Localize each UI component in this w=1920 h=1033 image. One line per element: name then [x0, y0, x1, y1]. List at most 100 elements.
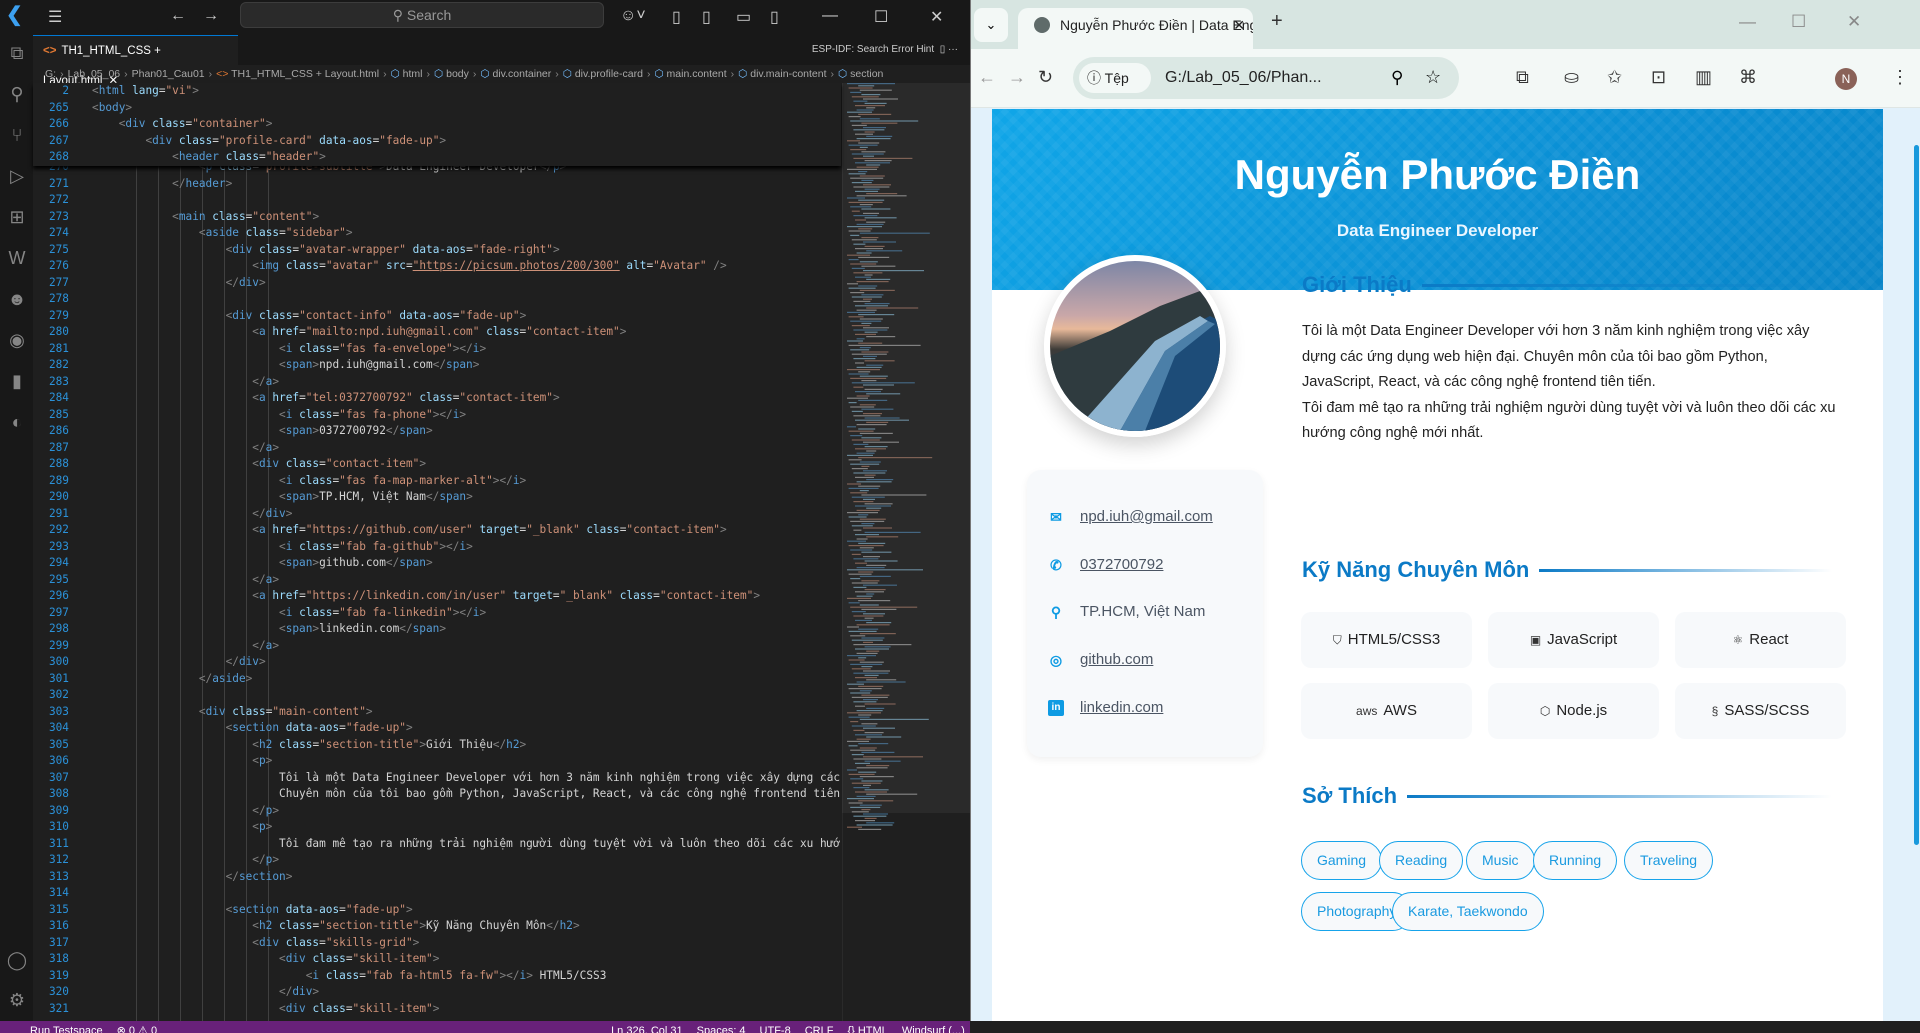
code-line[interactable]: </div> — [92, 654, 266, 671]
url-text[interactable]: G:/Lab_05_06/Phan... — [1165, 57, 1322, 99]
stats-icon[interactable]: ▮ — [5, 369, 29, 393]
status-item[interactable]: Run Testspace — [30, 1025, 103, 1033]
toggle-panel-icon[interactable]: ▭ — [736, 7, 751, 27]
code-line[interactable]: </div> — [92, 984, 319, 1001]
status-item[interactable]: ⊗ 0 ⚠ 0 — [117, 1025, 157, 1033]
status-item[interactable]: UTF-8 — [760, 1025, 791, 1033]
code-line[interactable]: <div class="skill-item"> — [92, 951, 439, 968]
translate-icon[interactable]: ⌘ — [1739, 67, 1757, 87]
contact-item[interactable]: ✉ npd.iuh@gmail.com — [1027, 506, 1263, 530]
code-line[interactable]: <main class="content"> — [92, 209, 319, 226]
layout-icon[interactable]: ▯ — [672, 7, 681, 27]
code-line[interactable]: <i class="fas fa-envelope"></i> — [92, 341, 486, 358]
contact-text[interactable]: github.com — [1080, 651, 1153, 668]
code-line[interactable]: <div class="profile-card" data-aos="fade… — [92, 133, 446, 150]
code-line[interactable]: </div> — [92, 506, 292, 523]
breadcrumb-item[interactable]: Lab_05_06 — [68, 68, 121, 80]
code-line[interactable]: <body> — [92, 100, 132, 117]
more-actions-icon[interactable]: ··· — [948, 44, 958, 55]
code-line[interactable]: <html lang="vi"> — [92, 83, 199, 100]
zoom-icon[interactable]: ⚲ — [1391, 68, 1403, 88]
code-line[interactable]: <div class="main-content"> — [92, 704, 373, 721]
code-line[interactable]: <h2 class="section-title">Kỹ Năng Chuyên… — [92, 918, 579, 935]
remote-icon[interactable]: ◐ — [5, 410, 29, 434]
extensions-icon[interactable]: ⊞ — [5, 205, 29, 229]
reload-icon[interactable]: ↻ — [1038, 67, 1053, 87]
screenshot-icon[interactable]: ⊡ — [1651, 67, 1666, 87]
breadcrumb-item[interactable]: div.main-content — [750, 68, 826, 80]
code-line[interactable]: Chuyên môn của tôi bao gồm Python, JavaS… — [92, 786, 840, 803]
code-line[interactable]: </p> — [92, 803, 279, 820]
code-line[interactable]: <div class="avatar-wrapper" data-aos="fa… — [92, 242, 560, 259]
reading-mode-icon[interactable]: ▥ — [1695, 67, 1712, 87]
browser-tab-active[interactable]: Nguyễn Phước Điền | Data Engi ✕ — [1018, 8, 1253, 49]
hobby-tag[interactable]: Karate, Taekwondo — [1392, 892, 1544, 931]
code-line[interactable]: <span>TP.HCM, Việt Nam</span> — [92, 489, 473, 506]
code-line[interactable]: </div> — [92, 275, 266, 292]
favorites-icon[interactable]: ✩ — [1607, 67, 1622, 87]
run-debug-icon[interactable]: ▷ — [5, 164, 29, 188]
breadcrumb-item[interactable]: div.container — [492, 68, 551, 80]
code-line[interactable]: </header> — [92, 176, 232, 193]
code-line[interactable]: <i class="fas fa-phone"></i> — [92, 407, 466, 424]
code-line[interactable]: <span>linkedin.com</span> — [92, 621, 446, 638]
breadcrumb-item[interactable]: div.profile-card — [575, 68, 643, 80]
code-line[interactable]: <i class="fab fa-github"></i> — [92, 539, 473, 556]
code-line[interactable]: <div class="container"> — [92, 116, 273, 133]
minimize-icon[interactable]: — — [1739, 12, 1756, 32]
breadcrumb-item[interactable]: section — [850, 68, 883, 80]
espressif-icon[interactable]: ◉ — [5, 328, 29, 352]
code-line[interactable]: <p> — [92, 753, 272, 770]
address-bar[interactable]: ⓘ Tệp G:/Lab_05_06/Phan... ⚲ ☆ — [1073, 57, 1459, 99]
hobby-tag[interactable]: Running — [1533, 841, 1618, 880]
code-line[interactable]: <i class="fab fa-linkedin"></i> — [92, 605, 486, 622]
code-line[interactable]: <header class="header"> — [92, 149, 326, 166]
code-line[interactable]: <aside class="sidebar"> — [92, 225, 353, 242]
command-search[interactable]: ⚲ Search — [240, 2, 604, 28]
code-line[interactable]: <img class="avatar" src="https://picsum.… — [92, 258, 726, 275]
breadcrumb-item[interactable]: html — [403, 68, 423, 80]
code-line[interactable]: <a href="https://linkedin.com/in/user" t… — [92, 588, 760, 605]
contact-item[interactable]: in linkedin.com — [1027, 697, 1263, 721]
toggle-secondary-sidebar-icon[interactable]: ▯ — [770, 7, 779, 27]
editor-scrollbar[interactable] — [842, 83, 970, 813]
back-icon[interactable]: ← — [170, 7, 186, 25]
maximize-icon[interactable]: ☐ — [1791, 12, 1806, 32]
sticky-scroll[interactable]: 2 <html lang="vi"> 265 <body> 266 <div class… — [33, 83, 841, 166]
code-line[interactable]: <span>npd.iuh@gmail.com</span> — [92, 357, 479, 374]
code-line[interactable]: <div class="contact-info" data-aos="fade… — [92, 308, 527, 325]
breadcrumb-item[interactable]: Phan01_Cau01 — [132, 68, 205, 80]
contact-item[interactable]: ◎ github.com — [1027, 649, 1263, 673]
code-line[interactable]: <span>0372700792</span> — [92, 423, 433, 440]
tab-search-chevron-icon[interactable]: ⌄ — [974, 8, 1008, 42]
more-menu-icon[interactable]: ⋮ — [1891, 67, 1909, 87]
breadcrumb-item[interactable]: G: — [45, 68, 56, 80]
code-line[interactable]: <p> — [92, 819, 272, 836]
status-item[interactable]: Spaces: 4 — [697, 1025, 746, 1033]
breadcrumb-item[interactable]: body — [446, 68, 469, 80]
forward-icon[interactable]: → — [203, 7, 219, 25]
menu-icon[interactable]: ☰ — [48, 7, 62, 27]
explorer-icon[interactable]: ⧉ — [5, 41, 29, 65]
account-icon[interactable]: ◯ — [5, 948, 29, 972]
code-line[interactable]: </p> — [92, 852, 279, 869]
code-line[interactable]: Tôi là một Data Engineer Developer với h… — [92, 770, 840, 787]
editor-tab-active[interactable]: <> TH1_HTML_CSS + Layout.html ✕ — [33, 35, 238, 87]
hobby-tag[interactable]: Gaming — [1301, 841, 1383, 880]
incognito-icon[interactable]: ⛀ — [1564, 67, 1579, 87]
code-line[interactable]: <i class="fas fa-map-marker-alt"></i> — [92, 473, 526, 490]
breadcrumb-item[interactable]: main.content — [667, 68, 727, 80]
code-line[interactable]: <a href="https://github.com/user" target… — [92, 522, 726, 539]
code-line[interactable]: <section data-aos="fade-up"> — [92, 902, 413, 919]
contact-text[interactable]: 0372700792 — [1080, 556, 1163, 573]
code-line[interactable]: <i class="fab fa-html5 fa-fw"></i> HTML5… — [92, 968, 607, 985]
status-item[interactable]: CRLF — [805, 1025, 834, 1033]
contact-text[interactable]: npd.iuh@gmail.com — [1080, 508, 1213, 525]
search-icon[interactable]: ⚲ — [5, 82, 29, 106]
toggle-sidebar-icon[interactable]: ▯ — [702, 7, 711, 27]
bookmark-star-icon[interactable]: ☆ — [1425, 67, 1441, 88]
code-line[interactable]: </aside> — [92, 671, 252, 688]
code-line[interactable]: <h2 class="section-title">Giới Thiệu</h2… — [92, 737, 526, 754]
code-line[interactable]: </a> — [92, 572, 279, 589]
code-line[interactable]: <div class="skills-grid"> — [92, 935, 419, 952]
